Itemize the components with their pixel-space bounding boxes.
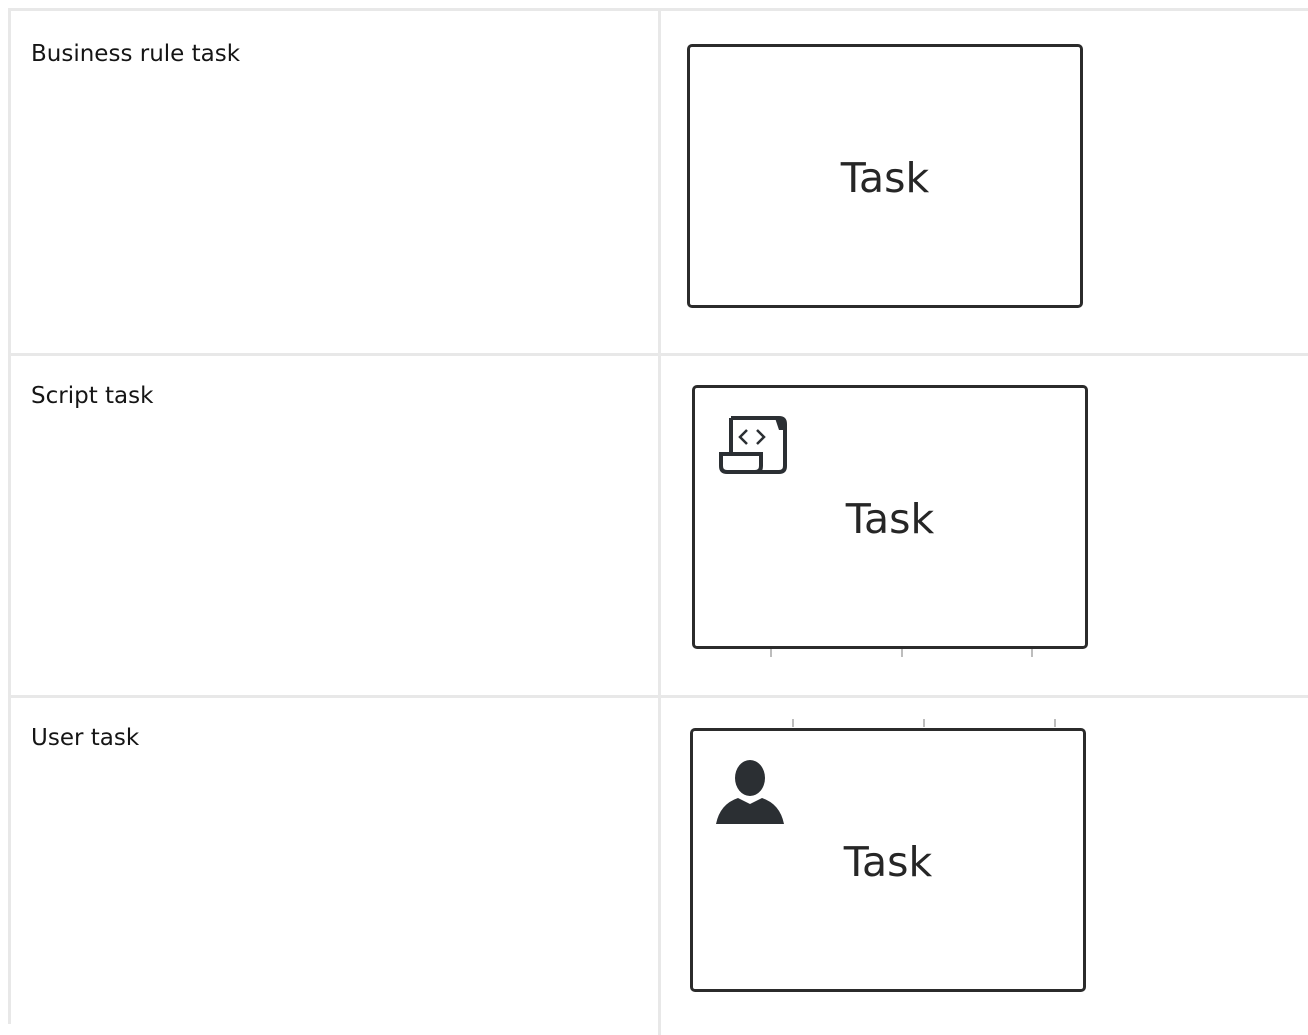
element-table: Business rule task Task Script task Task… xyxy=(8,8,1308,1035)
row-label-cell: User task xyxy=(11,695,661,1035)
row-figure-cell: Task xyxy=(661,353,1308,695)
task-label: Task xyxy=(843,838,933,886)
task-label: Task xyxy=(845,495,935,543)
business-rule-task-shape: Task xyxy=(687,44,1083,308)
grid-tick xyxy=(901,649,903,657)
row-label: Business rule task xyxy=(31,41,241,67)
row-figure-cell: Task xyxy=(661,11,1308,353)
script-icon xyxy=(717,414,789,481)
table-row: User task Task xyxy=(11,695,1308,1035)
user-icon xyxy=(716,758,784,831)
grid-tick xyxy=(1031,649,1033,657)
grid-tick xyxy=(792,719,794,727)
grid-tick xyxy=(923,719,925,727)
grid-tick xyxy=(770,649,772,657)
row-label-cell: Business rule task xyxy=(11,11,661,353)
row-label-cell: Script task xyxy=(11,353,661,695)
row-label: Script task xyxy=(31,383,154,409)
table-row: Script task Task xyxy=(11,353,1308,698)
user-task-shape: Task xyxy=(690,728,1086,992)
task-label: Task xyxy=(840,154,930,202)
row-label: User task xyxy=(31,725,140,751)
script-task-shape: Task xyxy=(692,385,1088,649)
table-row: Business rule task Task xyxy=(11,11,1308,356)
row-figure-cell: Task xyxy=(661,695,1308,1035)
grid-tick xyxy=(1054,719,1056,727)
